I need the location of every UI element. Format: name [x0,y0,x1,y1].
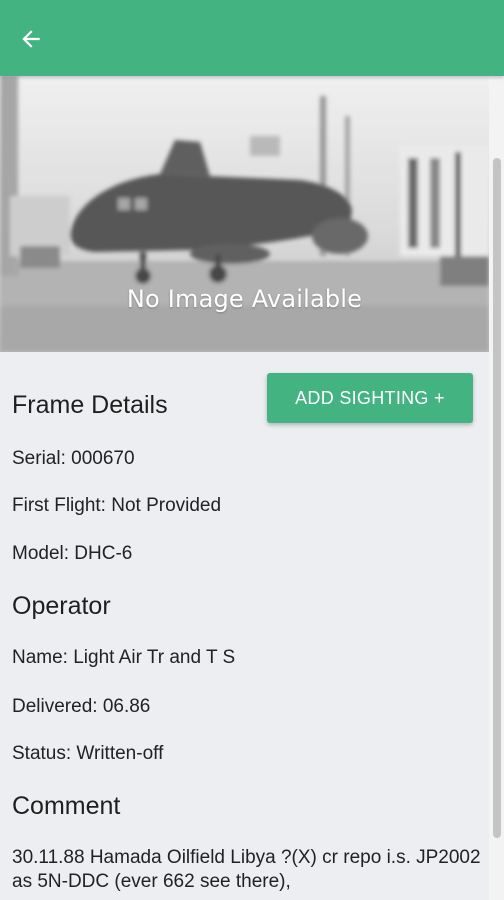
app-bar [0,0,504,76]
scrollbar[interactable] [489,76,504,900]
scrollbar-thumb[interactable] [493,158,501,838]
add-sighting-button[interactable]: ADD SIGHTING + [267,373,473,423]
back-button[interactable] [14,22,48,56]
no-image-label: No Image Available [126,285,363,313]
operator-name-text: Name: Light Air Tr and T S [12,647,236,668]
delivered-text: Delivered: 06.86 [12,696,151,717]
model-text: Model: DHC-6 [12,543,133,564]
first-flight-text: First Flight: Not Provided [12,495,222,516]
comment-text: 30.11.88 Hamada Oilfield Libya ?(X) cr r… [12,847,481,892]
serial-text: Serial: 000670 [12,448,135,469]
comment-heading: Comment [12,792,121,820]
aircraft-photo-placeholder: No Image Available [0,76,489,352]
status-text: Status: Written-off [12,743,164,764]
frame-details-heading: Frame Details [12,391,168,419]
operator-heading: Operator [12,592,111,620]
arrow-left-icon [22,30,40,48]
